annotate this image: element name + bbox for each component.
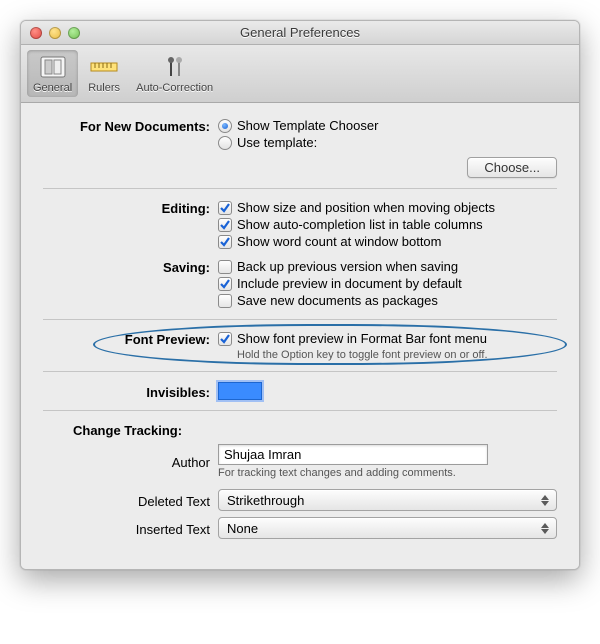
deleted-text-label: Deleted Text bbox=[43, 492, 218, 509]
author-label: Author bbox=[43, 453, 218, 470]
checkbox-icon bbox=[218, 294, 232, 308]
font-preview-hint: Hold the Option key to toggle font previ… bbox=[237, 349, 557, 361]
checkbox-icon bbox=[218, 201, 232, 215]
check-autocomplete[interactable]: Show auto-completion list in table colum… bbox=[218, 216, 557, 233]
check-font-preview[interactable]: Show font preview in Format Bar font men… bbox=[218, 330, 557, 347]
rulers-icon bbox=[88, 52, 120, 82]
close-button[interactable] bbox=[30, 27, 42, 39]
titlebar: General Preferences bbox=[21, 21, 579, 45]
window-title: General Preferences bbox=[21, 25, 579, 40]
section-invisibles: Invisibles: bbox=[43, 382, 557, 411]
inserted-text-label: Inserted Text bbox=[43, 520, 218, 537]
general-icon bbox=[37, 52, 69, 82]
author-field[interactable] bbox=[218, 444, 488, 465]
radio-icon bbox=[218, 119, 232, 133]
check-label: Back up previous version when saving bbox=[237, 259, 458, 274]
toolbar: General Rulers bbox=[21, 45, 579, 103]
saving-label: Saving: bbox=[43, 258, 218, 275]
radio-label: Show Template Chooser bbox=[237, 118, 378, 133]
radio-use-template[interactable]: Use template: bbox=[218, 134, 557, 151]
inserted-text-select[interactable]: None bbox=[218, 517, 557, 539]
tab-rulers[interactable]: Rulers bbox=[80, 50, 128, 97]
deleted-text-select[interactable]: Strikethrough bbox=[218, 489, 557, 511]
stepper-icon bbox=[538, 495, 552, 506]
check-label: Show size and position when moving objec… bbox=[237, 200, 495, 215]
radio-icon bbox=[218, 136, 232, 150]
separator bbox=[43, 371, 557, 372]
author-hint: For tracking text changes and adding com… bbox=[218, 467, 557, 479]
radio-label: Use template: bbox=[237, 135, 317, 150]
checkbox-icon bbox=[218, 260, 232, 274]
tab-general-label: General bbox=[33, 82, 72, 94]
change-tracking-heading: Change Tracking: bbox=[43, 421, 218, 438]
tab-auto-correction[interactable]: Auto-Correction bbox=[130, 50, 219, 97]
choose-button[interactable]: Choose... bbox=[467, 157, 557, 178]
radio-template-chooser[interactable]: Show Template Chooser bbox=[218, 117, 557, 134]
check-word-count[interactable]: Show word count at window bottom bbox=[218, 233, 557, 250]
font-preview-label: Font Preview: bbox=[43, 330, 218, 347]
tab-rulers-label: Rulers bbox=[88, 82, 120, 94]
section-font-preview: Font Preview: Show font preview in Forma… bbox=[43, 330, 557, 372]
zoom-button[interactable] bbox=[68, 27, 80, 39]
checkbox-icon bbox=[218, 218, 232, 232]
separator bbox=[43, 319, 557, 320]
check-show-size[interactable]: Show size and position when moving objec… bbox=[218, 199, 557, 216]
preferences-window: General Preferences General bbox=[20, 20, 580, 570]
new-documents-label: For New Documents: bbox=[43, 117, 218, 134]
font-preview-highlight: Show font preview in Format Bar font men… bbox=[218, 330, 557, 361]
separator bbox=[43, 410, 557, 411]
section-saving: Saving: Back up previous version when sa… bbox=[43, 258, 557, 320]
editing-label: Editing: bbox=[43, 199, 218, 216]
autocorrection-icon bbox=[159, 52, 191, 82]
check-label: Show auto-completion list in table colum… bbox=[237, 217, 483, 232]
separator bbox=[43, 188, 557, 189]
checkbox-icon bbox=[218, 235, 232, 249]
content-area: For New Documents: Show Template Chooser… bbox=[21, 103, 579, 569]
deleted-text-value: Strikethrough bbox=[227, 493, 304, 508]
inserted-text-value: None bbox=[227, 521, 258, 536]
check-label: Show font preview in Format Bar font men… bbox=[237, 331, 487, 346]
tab-autocorr-label: Auto-Correction bbox=[136, 82, 213, 94]
invisibles-color-well[interactable] bbox=[218, 382, 262, 400]
check-preview[interactable]: Include preview in document by default bbox=[218, 275, 557, 292]
section-new-documents: For New Documents: Show Template Chooser… bbox=[43, 117, 557, 189]
checkbox-icon bbox=[218, 332, 232, 346]
section-change-tracking: Change Tracking: Author For tracking tex… bbox=[43, 421, 557, 539]
tab-general[interactable]: General bbox=[27, 50, 78, 97]
checkbox-icon bbox=[218, 277, 232, 291]
invisibles-label: Invisibles: bbox=[43, 383, 218, 400]
check-packages[interactable]: Save new documents as packages bbox=[218, 292, 557, 309]
minimize-button[interactable] bbox=[49, 27, 61, 39]
check-label: Save new documents as packages bbox=[237, 293, 438, 308]
section-editing: Editing: Show size and position when mov… bbox=[43, 199, 557, 250]
check-label: Show word count at window bottom bbox=[237, 234, 442, 249]
check-label: Include preview in document by default bbox=[237, 276, 462, 291]
window-controls bbox=[21, 27, 80, 39]
stepper-icon bbox=[538, 523, 552, 534]
check-backup[interactable]: Back up previous version when saving bbox=[218, 258, 557, 275]
